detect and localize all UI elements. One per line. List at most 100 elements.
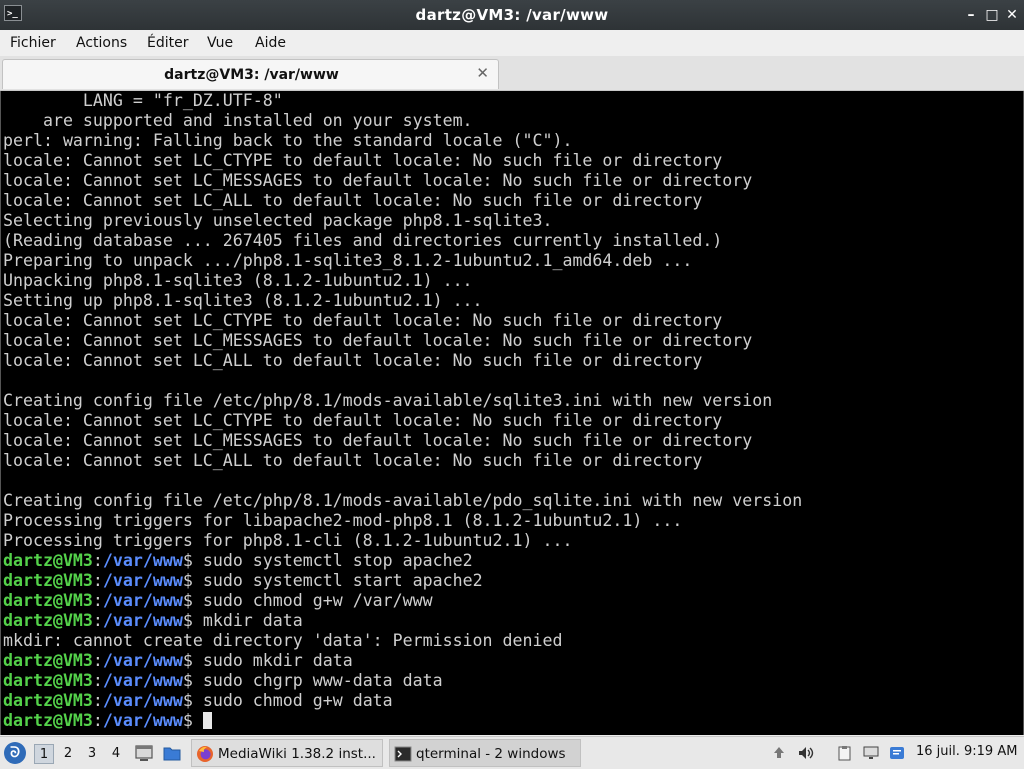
tab-label: dartz@VM3: /var/www bbox=[164, 67, 339, 83]
output-text: Preparing to unpack .../php8.1-sqlite3_8… bbox=[3, 251, 693, 270]
output-text: perl: warning: Falling back to the stand… bbox=[3, 131, 573, 150]
terminal-output-line: locale: Cannot set LC_CTYPE to default l… bbox=[1, 311, 1023, 331]
terminal-command-line: dartz@VM3:/var/www$ mkdir data bbox=[1, 611, 1023, 631]
output-text: locale: Cannot set LC_MESSAGES to defaul… bbox=[3, 431, 753, 450]
window-titlebar[interactable]: >_ dartz@VM3: /var/www – □ ✕ bbox=[0, 0, 1024, 30]
prompt-symbol: $ bbox=[182, 691, 203, 710]
workspace-1[interactable]: 1 bbox=[34, 744, 54, 764]
prompt-user: dartz@VM3 bbox=[3, 611, 93, 630]
menu-fichier[interactable]: Fichier bbox=[10, 35, 56, 51]
prompt-path: /var/www bbox=[102, 551, 183, 570]
terminal-output-line: Unpacking php8.1-sqlite3 (8.1.2-1ubuntu2… bbox=[1, 271, 1023, 291]
output-text: locale: Cannot set LC_MESSAGES to defaul… bbox=[3, 331, 753, 350]
prompt-separator: : bbox=[92, 711, 103, 730]
output-text: Creating config file /etc/php/8.1/mods-a… bbox=[3, 391, 773, 410]
prompt-separator: : bbox=[92, 651, 103, 670]
prompt-path: /var/www bbox=[102, 611, 183, 630]
terminal-command-line: dartz@VM3:/var/www$ sudo chgrp www-data … bbox=[1, 671, 1023, 691]
output-text: Creating config file /etc/php/8.1/mods-a… bbox=[3, 491, 803, 510]
command-text: sudo systemctl stop apache2 bbox=[202, 551, 473, 570]
task-firefox-mediawiki[interactable]: MediaWiki 1.38.2 inst... bbox=[191, 739, 383, 767]
prompt-path: /var/www bbox=[102, 671, 183, 690]
terminal-output[interactable]: LANG = "fr_DZ.UTF-8" are supported and i… bbox=[0, 91, 1024, 735]
prompt-user: dartz@VM3 bbox=[3, 591, 93, 610]
output-text: mkdir: cannot create directory 'data': P… bbox=[3, 631, 563, 650]
volume-icon[interactable] bbox=[797, 745, 815, 761]
menu-bar: Fichier Actions Éditer Vue Aide bbox=[0, 30, 1024, 56]
terminal-output-line: Preparing to unpack .../php8.1-sqlite3_8… bbox=[1, 251, 1023, 271]
terminal-icon bbox=[394, 746, 412, 762]
terminal-output-line: Setting up php8.1-sqlite3 (8.1.2-1ubuntu… bbox=[1, 291, 1023, 311]
network-icon[interactable] bbox=[862, 745, 880, 761]
output-text: locale: Cannot set LC_MESSAGES to defaul… bbox=[3, 171, 753, 190]
terminal-command-line: dartz@VM3:/var/www$ sudo mkdir data bbox=[1, 651, 1023, 671]
terminal-output-line: locale: Cannot set LC_CTYPE to default l… bbox=[1, 151, 1023, 171]
clipboard-icon[interactable] bbox=[835, 745, 853, 761]
prompt-path: /var/www bbox=[102, 651, 183, 670]
terminal-output-line: are supported and installed on your syst… bbox=[1, 111, 1023, 131]
terminal-output-line: locale: Cannot set LC_MESSAGES to defaul… bbox=[1, 171, 1023, 191]
prompt-path: /var/www bbox=[102, 711, 183, 730]
clock[interactable]: 16 juil. 9:19 AM bbox=[916, 744, 1017, 759]
output-text: locale: Cannot set LC_ALL to default loc… bbox=[3, 451, 703, 470]
workspace-2[interactable]: 2 bbox=[58, 744, 78, 764]
terminal-output-line: Selecting previously unselected package … bbox=[1, 211, 1023, 231]
output-text: locale: Cannot set LC_CTYPE to default l… bbox=[3, 151, 723, 170]
prompt-user: dartz@VM3 bbox=[3, 571, 93, 590]
maximize-icon[interactable]: □ bbox=[983, 6, 1001, 24]
terminal-command-line: dartz@VM3:/var/www$ sudo systemctl start… bbox=[1, 571, 1023, 591]
file-manager-icon[interactable] bbox=[162, 743, 182, 763]
task-label: qterminal - 2 windows bbox=[416, 746, 566, 762]
command-text: sudo mkdir data bbox=[202, 651, 353, 670]
output-text: (Reading database ... 267405 files and d… bbox=[3, 231, 723, 250]
upload-tray-icon[interactable] bbox=[770, 745, 788, 761]
command-text: sudo chmod g+w data bbox=[202, 691, 393, 710]
terminal-output-line: mkdir: cannot create directory 'data': P… bbox=[1, 631, 1023, 651]
notification-icon[interactable] bbox=[888, 745, 906, 761]
output-text: Selecting previously unselected package … bbox=[3, 211, 553, 230]
prompt-user: dartz@VM3 bbox=[3, 691, 93, 710]
prompt-symbol: $ bbox=[182, 711, 203, 730]
close-icon[interactable]: ✕ bbox=[1003, 6, 1021, 24]
output-text: locale: Cannot set LC_ALL to default loc… bbox=[3, 191, 703, 210]
workspace-4[interactable]: 4 bbox=[106, 744, 126, 764]
output-text: are supported and installed on your syst… bbox=[3, 111, 473, 130]
prompt-user: dartz@VM3 bbox=[3, 671, 93, 690]
workspace-3[interactable]: 3 bbox=[82, 744, 102, 764]
tab-terminal[interactable]: dartz@VM3: /var/www ✕ bbox=[2, 59, 499, 89]
terminal-output-line: Processing triggers for libapache2-mod-p… bbox=[1, 511, 1023, 531]
terminal-output-line: perl: warning: Falling back to the stand… bbox=[1, 131, 1023, 151]
menu-editer[interactable]: Éditer bbox=[147, 35, 188, 51]
menu-actions[interactable]: Actions bbox=[76, 35, 127, 51]
terminal-cursor bbox=[202, 712, 212, 729]
terminal-output-line: locale: Cannot set LC_MESSAGES to defaul… bbox=[1, 331, 1023, 351]
output-text: locale: Cannot set LC_CTYPE to default l… bbox=[3, 311, 723, 330]
terminal-command-line: dartz@VM3:/var/www$ bbox=[1, 711, 1023, 731]
output-text: Processing triggers for php8.1-cli (8.1.… bbox=[3, 531, 573, 550]
output-text: Unpacking php8.1-sqlite3 (8.1.2-1ubuntu2… bbox=[3, 271, 473, 290]
task-qterminal[interactable]: qterminal - 2 windows bbox=[389, 739, 581, 767]
terminal-command-line: dartz@VM3:/var/www$ sudo chmod g+w data bbox=[1, 691, 1023, 711]
prompt-separator: : bbox=[92, 551, 103, 570]
output-text: Setting up php8.1-sqlite3 (8.1.2-1ubuntu… bbox=[3, 291, 483, 310]
prompt-separator: : bbox=[92, 671, 103, 690]
tab-bar: dartz@VM3: /var/www ✕ bbox=[0, 56, 1024, 91]
prompt-user: dartz@VM3 bbox=[3, 551, 93, 570]
start-menu-icon[interactable]: ᘐ bbox=[4, 742, 26, 764]
prompt-separator: : bbox=[92, 691, 103, 710]
terminal-command-line: dartz@VM3:/var/www$ sudo chmod g+w /var/… bbox=[1, 591, 1023, 611]
show-desktop-icon[interactable] bbox=[134, 743, 154, 763]
menu-vue[interactable]: Vue bbox=[207, 35, 233, 51]
output-text: locale: Cannot set LC_ALL to default loc… bbox=[3, 351, 703, 370]
prompt-path: /var/www bbox=[102, 691, 183, 710]
prompt-symbol: $ bbox=[182, 551, 203, 570]
tab-close-icon[interactable]: ✕ bbox=[476, 64, 489, 82]
firefox-icon bbox=[197, 746, 213, 762]
prompt-separator: : bbox=[92, 571, 103, 590]
minimize-icon[interactable]: – bbox=[962, 6, 980, 24]
menu-aide[interactable]: Aide bbox=[255, 35, 286, 51]
taskbar: ᘐ 1 2 3 4 MediaWiki 1.38.2 inst... qterm… bbox=[0, 736, 1024, 769]
prompt-symbol: $ bbox=[182, 651, 203, 670]
terminal-output-line: LANG = "fr_DZ.UTF-8" bbox=[1, 91, 1023, 111]
